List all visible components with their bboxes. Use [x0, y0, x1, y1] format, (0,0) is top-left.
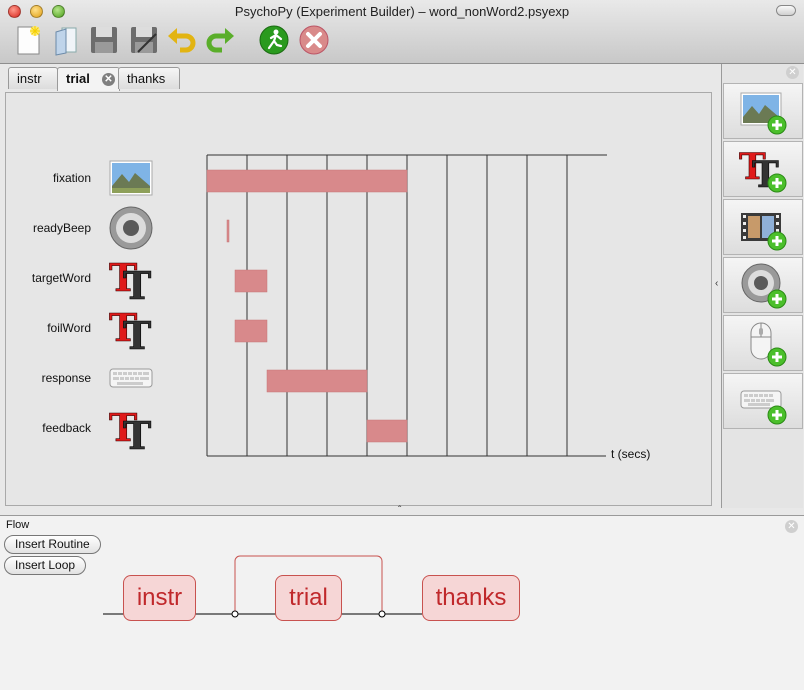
timeline-bar-foilWord [234, 319, 268, 343]
image-icon [740, 92, 787, 135]
movie-icon [741, 213, 787, 251]
flow-panel: Flow ✕ Insert Routine Insert Loop instr … [0, 515, 804, 690]
timeline-bar-readyBeep [226, 219, 230, 243]
tab-thanks[interactable]: thanks [118, 67, 180, 89]
loop-entry-point [231, 610, 239, 618]
undo-icon[interactable] [166, 24, 198, 56]
redo-icon[interactable] [204, 24, 236, 56]
save-icon[interactable] [88, 24, 120, 56]
flow-routine-thanks[interactable]: thanks [422, 575, 520, 621]
routine-canvas[interactable]: fixation readyBeep targetWord foilWord r… [5, 92, 712, 506]
tab-label: thanks [127, 71, 166, 86]
timeline-grid [206, 154, 607, 457]
title-toolbar: PsychoPy (Experiment Builder) – word_non… [0, 0, 804, 64]
timeline-xlabel: t (secs) [611, 447, 650, 461]
window-title: PsychoPy (Experiment Builder) – word_non… [234, 4, 570, 19]
timeline-bar-response [266, 369, 368, 393]
flow-routine-instr[interactable]: instr [123, 575, 196, 621]
text-icon: TT [739, 146, 787, 193]
tab-trial[interactable]: trial ✕ [57, 67, 120, 91]
add-movie-component-button[interactable] [723, 199, 803, 255]
add-sound-component-button[interactable] [723, 257, 803, 313]
routine-timeline[interactable]: t (secs) [6, 93, 711, 505]
timeline-bar-targetWord [234, 269, 268, 293]
run-icon[interactable] [258, 24, 290, 56]
flow-routine-trial[interactable]: trial [275, 575, 342, 621]
open-file-icon[interactable] [52, 24, 84, 56]
timeline-bars [206, 169, 408, 443]
add-keyboard-component-button[interactable] [723, 373, 803, 429]
toolbar-toggle-button[interactable] [776, 5, 796, 16]
add-image-component-button[interactable] [723, 83, 803, 139]
close-tab-icon[interactable]: ✕ [102, 73, 115, 86]
timeline-bar-feedback [366, 419, 408, 443]
components-panel: ✕ TT [721, 64, 803, 508]
new-file-icon[interactable] [12, 24, 44, 56]
tab-instr[interactable]: instr [8, 67, 58, 89]
loop-exit-point [378, 610, 386, 618]
psychopy-window: PsychoPy (Experiment Builder) – word_non… [0, 0, 804, 690]
add-text-component-button[interactable]: TT [723, 141, 803, 197]
tab-label: instr [17, 71, 42, 86]
speaker-icon [741, 263, 787, 309]
add-mouse-component-button[interactable] [723, 315, 803, 371]
stop-icon[interactable] [298, 24, 330, 56]
flow-diagram [103, 555, 422, 618]
close-panel-icon[interactable]: ✕ [786, 66, 799, 79]
tab-label: trial [66, 71, 90, 86]
sidebar-collapse-icon[interactable]: ‹ [715, 278, 718, 289]
save-as-icon[interactable] [128, 24, 160, 56]
timeline-bar-fixation [206, 169, 408, 193]
keyboard-icon [740, 390, 787, 425]
mouse-icon [750, 322, 787, 367]
